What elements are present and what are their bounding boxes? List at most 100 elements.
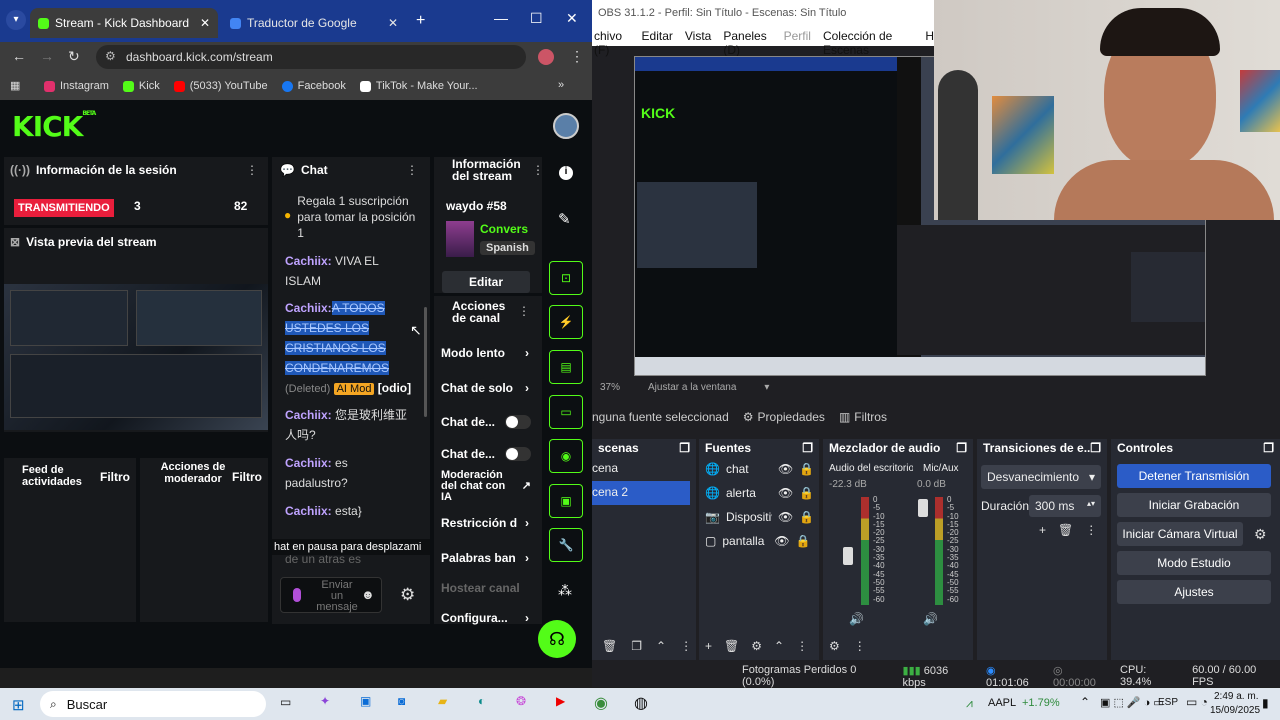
duration-input[interactable]: 300 ms ▴▾: [1029, 495, 1101, 517]
kick-logo[interactable]: KICKBETA: [12, 110, 96, 143]
chat-message-deleted[interactable]: Cachiix:A TODOS USTEDES LOS CRISTIANOS L…: [285, 298, 421, 399]
user-avatar[interactable]: [553, 113, 579, 139]
feed-filter-button[interactable]: Filtro: [100, 470, 130, 484]
add-transition-icon[interactable]: +: [1039, 523, 1046, 537]
media-button[interactable]: ▣: [549, 484, 583, 518]
lock-icon[interactable]: 🔒: [799, 462, 814, 476]
menu-edit[interactable]: Editar: [642, 29, 673, 46]
taskbar-search[interactable]: ⌕ Buscar: [40, 691, 266, 717]
apps-icon[interactable]: ⁂: [558, 582, 572, 599]
session-menu-icon[interactable]: ⋮: [246, 163, 258, 177]
chat-paused-banner[interactable]: hat en pausa para desplazami: [272, 539, 430, 555]
fit-window-select[interactable]: Ajustar a la ventana: [648, 382, 736, 400]
lock-icon[interactable]: 🔒: [799, 486, 814, 500]
chat-menu-icon[interactable]: ⋮: [406, 163, 418, 177]
task-view-icon[interactable]: ▭: [280, 695, 291, 709]
chat-message[interactable]: Cachiix: VIVA EL ISLAM: [285, 251, 415, 291]
chat-input[interactable]: Enviar un mensaje ☻: [280, 577, 382, 613]
action-settings[interactable]: Configura... ›: [441, 611, 529, 625]
back-icon[interactable]: ←: [12, 48, 26, 64]
filters-button[interactable]: ▥ Filtros: [839, 410, 887, 424]
menu-kebab-icon[interactable]: ⋮: [570, 48, 584, 65]
close-window-button[interactable]: ✕: [566, 10, 578, 27]
youtube-icon[interactable]: ▶: [556, 694, 565, 708]
menu-kebab-icon[interactable]: ⋮: [796, 639, 808, 653]
channel-actions-menu-icon[interactable]: ⋮: [518, 304, 530, 318]
chat-username[interactable]: Cachiix:: [285, 408, 332, 422]
menu-kebab-icon[interactable]: ⋮: [1085, 523, 1097, 537]
add-source-icon[interactable]: +: [705, 639, 712, 653]
info-icon[interactable]: i: [559, 166, 573, 180]
chat-message[interactable]: Cachiix: es padalustro?: [285, 453, 405, 493]
studio-mode-button[interactable]: Modo Estudio: [1117, 551, 1271, 575]
edge-icon[interactable]: ◐: [478, 694, 485, 708]
source-settings-icon[interactable]: ⚙: [751, 639, 762, 653]
source-item-chat[interactable]: 🌐 chat 👁 🔒: [699, 457, 819, 481]
clip-button[interactable]: ⊡: [549, 261, 583, 295]
dock-float-icon[interactable]: ❐: [956, 441, 967, 455]
tab-kick-dashboard[interactable]: Stream - Kick Dashboard ✕: [30, 8, 218, 38]
dock-float-icon[interactable]: ❐: [679, 441, 690, 455]
close-tab-icon[interactable]: ✕: [388, 16, 398, 30]
bookmark-instagram[interactable]: Instagram: [44, 80, 109, 92]
remove-scene-icon[interactable]: 🗑: [602, 639, 617, 653]
gift-sub-banner[interactable]: ● Regala 1 suscripción para tomar la pos…: [284, 193, 424, 241]
forward-icon[interactable]: →: [40, 48, 54, 64]
microphone-icon[interactable]: [293, 588, 301, 602]
menu-help[interactable]: H: [925, 29, 934, 46]
profile-avatar[interactable]: [538, 49, 554, 65]
lock-icon[interactable]: 🔒: [799, 510, 814, 524]
action-chat-toggle-2[interactable]: Chat de...: [441, 447, 531, 461]
reload-icon[interactable]: ↻: [68, 48, 80, 65]
volume-slider-mic[interactable]: [918, 499, 928, 517]
action-ai-moderation[interactable]: Moderación del chat con IA ↗: [441, 470, 531, 503]
eye-icon[interactable]: 👁: [778, 510, 793, 524]
dock-float-icon[interactable]: ❐: [802, 441, 813, 455]
tab-google-translate[interactable]: Traductor de Google ✕: [222, 8, 406, 38]
tray-icons[interactable]: ▣ ⬚ 🎤 ◑ ▭: [1100, 696, 1164, 709]
input-language[interactable]: ESP: [1158, 697, 1178, 708]
eye-icon[interactable]: 👁: [778, 486, 793, 500]
action-host-channel[interactable]: Hostear canal: [441, 581, 520, 595]
start-virtual-camera-button[interactable]: Iniciar Cámara Virtual: [1117, 522, 1243, 546]
lock-icon[interactable]: 🔒: [796, 534, 811, 548]
outlook-icon[interactable]: ◙: [398, 694, 405, 708]
close-tab-icon[interactable]: ✕: [200, 16, 210, 30]
apps-grid-icon[interactable]: ▦: [10, 79, 20, 92]
chat-username[interactable]: Cachiix:: [285, 301, 332, 315]
action-followers-only[interactable]: Chat de solo ›: [441, 381, 529, 395]
source-item-device[interactable]: 📷Dispositiv👁🔒: [699, 505, 819, 529]
mute-desktop-icon[interactable]: 🔊: [849, 612, 864, 626]
volume-slider-desktop[interactable]: [843, 547, 853, 565]
bookmark-kick[interactable]: Kick: [122, 80, 160, 92]
toggle-switch[interactable]: [505, 447, 531, 461]
notification-icon[interactable]: ▮: [1262, 696, 1269, 710]
action-restriction[interactable]: Restricción d ›: [441, 516, 529, 530]
preview-video[interactable]: [4, 284, 268, 430]
obs-icon[interactable]: ◍: [634, 693, 648, 713]
chat-message[interactable]: Cachiix: esta}: [285, 501, 417, 521]
action-slow-mode[interactable]: Modo lento ›: [441, 346, 529, 360]
move-up-icon[interactable]: ⌃: [656, 639, 666, 653]
stock-ticker[interactable]: AAPL: [988, 697, 1016, 709]
stream-info-menu-icon[interactable]: ⋮: [532, 163, 544, 177]
menu-docks[interactable]: Paneles (D): [723, 29, 771, 57]
action-banned-words[interactable]: Palabras ban ›: [441, 551, 529, 565]
edit-pencil-icon[interactable]: ✎: [558, 210, 571, 228]
source-item-pantalla[interactable]: ▢ pantalla 👁 🔒: [699, 529, 819, 553]
copilot-icon[interactable]: ✦: [320, 694, 330, 708]
mute-mic-icon[interactable]: 🔊: [923, 612, 938, 626]
menu-profile[interactable]: Perfil: [784, 29, 811, 46]
flash-button[interactable]: ⚡: [549, 305, 583, 339]
maximize-button[interactable]: ☐: [530, 10, 543, 27]
category-label[interactable]: Convers: [480, 222, 528, 236]
start-recording-button[interactable]: Iniciar Grabación: [1117, 493, 1271, 517]
scene-item[interactable]: cena: [592, 457, 696, 481]
network-volume-icons[interactable]: ▭ ◔: [1186, 695, 1208, 709]
chevron-down-icon[interactable]: ▾: [764, 382, 769, 400]
minimize-button[interactable]: —: [494, 10, 508, 26]
eye-icon[interactable]: 👁: [778, 462, 793, 476]
menu-kebab-icon[interactable]: ⋮: [680, 639, 692, 653]
menu-scene-collection[interactable]: Colección de Escenas: [823, 29, 913, 57]
taskbar-time[interactable]: 2:49 a. m.: [1214, 691, 1258, 702]
